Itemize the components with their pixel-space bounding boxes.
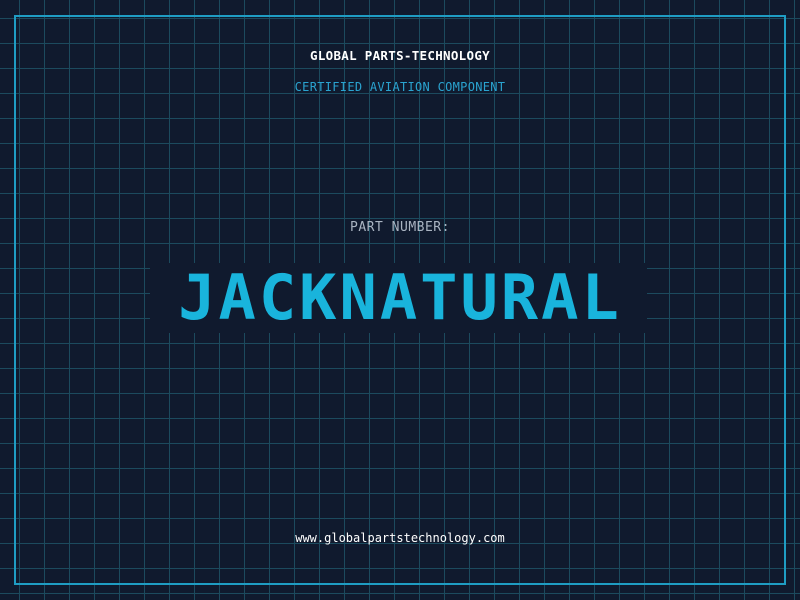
brand-title: GLOBAL PARTS-TECHNOLOGY	[310, 48, 490, 63]
part-number-label: PART NUMBER:	[350, 220, 450, 235]
part-number-value: JACKNATURAL	[178, 261, 622, 334]
brand-subtitle: CERTIFIED AVIATION COMPONENT	[294, 80, 506, 94]
website-url: www.globalpartstechnology.com	[295, 531, 505, 545]
